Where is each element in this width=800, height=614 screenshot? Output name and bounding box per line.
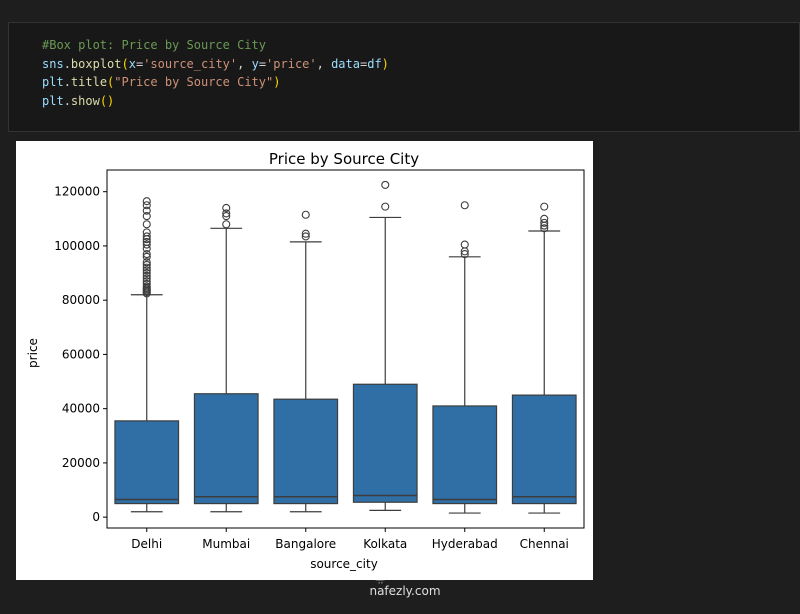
box: [273, 398, 339, 505]
outlier-point: [142, 228, 151, 237]
code-token: "Price by Source City": [114, 75, 274, 89]
code-line: #Box plot: Price by Source City: [42, 36, 389, 55]
x-tick-label: Delhi: [131, 537, 162, 551]
code-token: ,: [237, 56, 252, 71]
code-token: plt: [42, 75, 64, 89]
x-tick-label: Kolkata: [363, 537, 407, 551]
x-tick-label: Mumbai: [202, 537, 250, 551]
outlier-point: [301, 210, 310, 219]
box: [114, 420, 180, 505]
code-cell[interactable]: #Box plot: Price by Source City sns.boxpl…: [8, 22, 800, 132]
y-tick-label: 40000: [62, 402, 100, 416]
boxplot-chart: Price by Source City source_city price 0…: [26, 150, 585, 571]
box: [511, 394, 577, 505]
code-token: ,: [316, 56, 332, 71]
code-editor[interactable]: #Box plot: Price by Source City sns.boxpl…: [42, 36, 389, 110]
code-line: plt.title("Price by Source City"): [42, 73, 389, 92]
watermark-url: nafezly.com: [369, 584, 441, 598]
code-token: =: [258, 56, 267, 71]
x-tick-label: Chennai: [520, 537, 569, 551]
outlier-point: [381, 180, 390, 189]
code-token: (): [99, 93, 115, 108]
code-token: sns: [42, 56, 64, 71]
outlier-point: [540, 214, 549, 223]
code-token: df: [367, 56, 382, 71]
code-token: .: [63, 93, 71, 108]
watermark: نفذلي nafezly.com: [350, 559, 460, 599]
code-token: ): [381, 56, 389, 71]
y-tick-label: 100000: [54, 239, 100, 253]
box: [352, 383, 418, 503]
code-token: boxplot: [70, 56, 122, 71]
outlier-point: [381, 202, 390, 211]
watermark-logo-text: نفذلي: [371, 559, 439, 584]
code-token: title: [70, 75, 108, 89]
y-axis-label: price: [26, 338, 40, 368]
code-token: y: [251, 56, 259, 71]
y-tick-label: 20000: [62, 456, 100, 470]
outlier-point: [222, 220, 231, 229]
code-token: 'source_city': [143, 56, 238, 71]
box: [193, 393, 259, 505]
outlier-point: [460, 240, 469, 249]
box: [432, 405, 498, 505]
code-line: plt.show(): [42, 92, 389, 111]
x-tick-label: Bangalore: [275, 537, 336, 551]
y-tick-label: 120000: [54, 185, 100, 199]
code-token: x: [128, 56, 136, 71]
code-token: 'price': [266, 56, 317, 71]
cell-output: Price by Source City source_city price 0…: [16, 141, 593, 580]
y-tick-label: 60000: [62, 347, 100, 361]
outlier-point: [460, 201, 469, 210]
y-tick-label: 0: [92, 510, 100, 524]
code-token: .: [63, 75, 71, 89]
outlier-point: [540, 202, 549, 211]
code-token: show: [70, 93, 100, 108]
code-token: data: [331, 56, 360, 71]
y-tick-label: 80000: [62, 293, 100, 307]
outlier-point: [142, 197, 151, 206]
code-token: (: [121, 56, 129, 71]
x-tick-label: Hyderabad: [432, 537, 498, 551]
code-token: .: [63, 56, 71, 71]
outlier-point: [142, 220, 151, 229]
code-line: sns.boxplot(x='source_city', y='price', …: [42, 55, 389, 74]
code-token: ): [273, 75, 281, 89]
chart-title: Price by Source City: [269, 150, 419, 168]
code-token: #Box plot: Price by Source City: [42, 38, 266, 52]
code-token: plt: [42, 93, 64, 108]
